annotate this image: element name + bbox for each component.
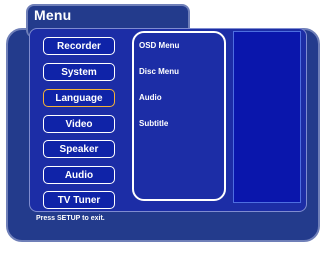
menu-item-label: Language <box>55 93 103 104</box>
menu-item-label: Recorder <box>57 41 101 52</box>
submenu-item-osd-menu[interactable]: OSD Menu <box>139 41 179 50</box>
menu-item-label: Speaker <box>59 144 99 155</box>
menu-item-recorder[interactable]: Recorder <box>43 37 115 55</box>
menu-item-label: TV Tuner <box>57 195 101 206</box>
menu-title: Menu <box>34 7 72 23</box>
preview-box <box>233 31 301 203</box>
menu-screen: Menu Recorder System Language Video Spea… <box>0 0 330 255</box>
menu-item-video[interactable]: Video <box>43 115 115 133</box>
footer-hint: Press SETUP to exit. <box>36 215 105 222</box>
menu-item-label: System <box>61 67 97 78</box>
menu-item-speaker[interactable]: Speaker <box>43 140 115 158</box>
menu-item-language[interactable]: Language <box>43 89 115 107</box>
submenu-item-disc-menu[interactable]: Disc Menu <box>139 67 179 76</box>
menu-item-audio[interactable]: Audio <box>43 166 115 184</box>
submenu-panel <box>132 31 226 201</box>
submenu-item-audio[interactable]: Audio <box>139 93 162 102</box>
menu-item-label: Audio <box>64 170 94 181</box>
submenu-item-subtitle[interactable]: Subtitle <box>139 119 168 128</box>
menu-item-label: Video <box>65 119 93 130</box>
menu-item-tv-tuner[interactable]: TV Tuner <box>43 191 115 209</box>
menu-item-system[interactable]: System <box>43 63 115 81</box>
